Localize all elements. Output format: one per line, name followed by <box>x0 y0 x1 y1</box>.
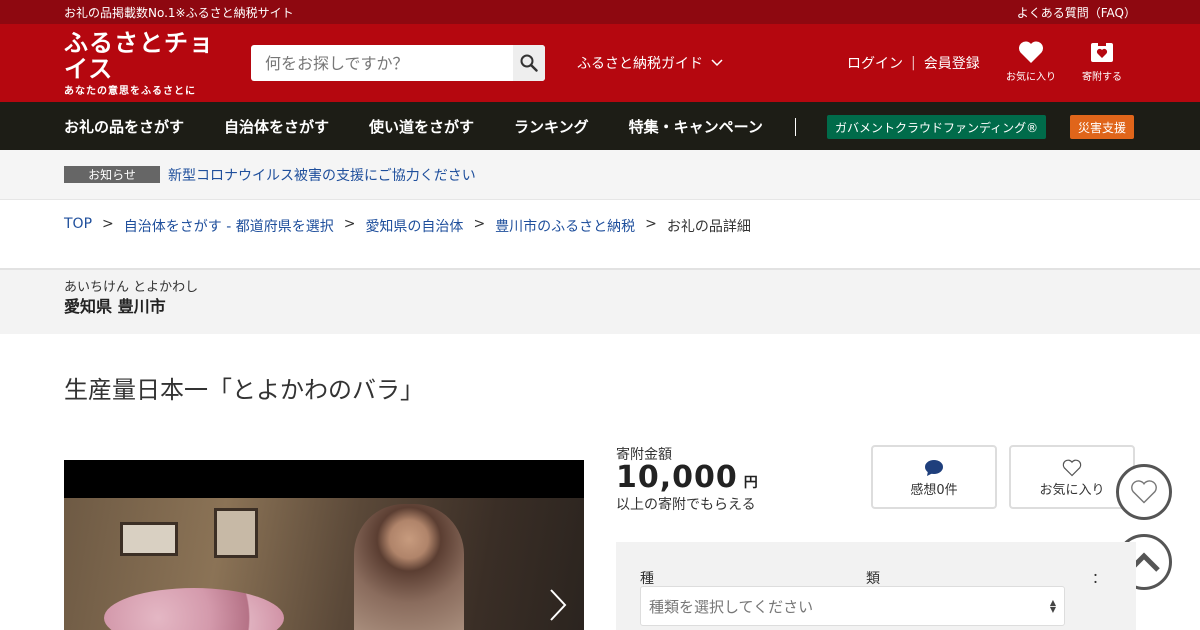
chevron-down-icon <box>711 59 723 67</box>
guide-label: ふるさと納税ガイド <box>577 56 703 72</box>
municipality-name[interactable]: 愛知県 豊川市 <box>64 296 1136 318</box>
gcf-button[interactable]: ガバメントクラウドファンディング® <box>827 115 1047 139</box>
site-tagline: お礼の品掲載数No.1※ふるさと納税サイト <box>64 5 294 20</box>
notice-bar: お知らせ 新型コロナウイルス被害の支援にご協力ください <box>0 150 1200 200</box>
logo-main: ふるさとチョイス <box>64 28 214 83</box>
type-select-placeholder: 種類を選択してください <box>649 597 814 616</box>
topbar: お礼の品掲載数No.1※ふるさと納税サイト よくある質問（FAQ） <box>0 0 1200 24</box>
wall-frame <box>120 522 178 556</box>
option-panel: 種 類 ： 種類を選択してください ▲ ▼ <box>616 542 1136 630</box>
disaster-support-button[interactable]: 災害支援 <box>1070 115 1135 139</box>
search-icon <box>520 54 538 72</box>
nav-item-municipalities[interactable]: 自治体をさがす <box>224 116 329 137</box>
floating-favorite-button[interactable] <box>1116 464 1172 520</box>
breadcrumb-aichi[interactable]: 愛知県の自治体 <box>365 216 463 236</box>
nav-item-ranking[interactable]: ランキング <box>514 116 589 137</box>
price-unit: 円 <box>743 475 759 491</box>
price-value: 10,000 円 <box>616 460 759 495</box>
breadcrumb-toyokawa[interactable]: 豊川市のふるさと納税 <box>495 216 635 236</box>
favorite-label: お気に入り <box>1039 483 1105 498</box>
register-link[interactable]: 会員登録 <box>924 53 980 73</box>
header-donate-label: 寄附する <box>1082 72 1122 83</box>
search-input[interactable] <box>251 46 513 80</box>
breadcrumb-current: お礼の品詳細 <box>666 219 751 235</box>
option-label-char: ： <box>1092 571 1106 587</box>
breadcrumb-separator: > <box>645 216 657 232</box>
search-box <box>251 45 545 81</box>
price-note: 以上の寄附でもらえる <box>616 497 756 513</box>
breadcrumb: TOP > 自治体をさがす - 都道府県を選択 > 愛知県の自治体 > 豊川市の… <box>0 200 1200 270</box>
header-favorites-label: お気に入り <box>1006 72 1056 83</box>
nav-item-features[interactable]: 特集・キャンペーン <box>629 116 763 137</box>
nav-item-gifts[interactable]: お礼の品をさがす <box>64 116 184 137</box>
breadcrumb-prefecture-select[interactable]: 自治体をさがす - 都道府県を選択 <box>124 216 334 236</box>
faq-link[interactable]: よくある質問（FAQ） <box>1017 4 1136 21</box>
breadcrumb-separator: > <box>473 216 486 232</box>
wall-frame <box>214 508 258 558</box>
guide-menu[interactable]: ふるさと納税ガイド <box>577 24 723 102</box>
auth-links: ログイン | 会員登録 <box>847 24 980 102</box>
reviews-label: 感想0件 <box>910 483 958 498</box>
breadcrumb-top[interactable]: TOP <box>64 216 92 232</box>
heart-outline-icon <box>1131 480 1157 504</box>
nav-item-uses[interactable]: 使い道をさがす <box>369 116 474 137</box>
breadcrumb-separator: > <box>102 216 114 232</box>
search-button[interactable] <box>513 45 545 81</box>
login-link[interactable]: ログイン <box>847 53 903 73</box>
option-label: 種 類 ： <box>640 568 1106 588</box>
product-photo <box>64 498 584 630</box>
heart-icon <box>1018 41 1044 63</box>
municipality-kana: あいちけん とよかわし <box>64 280 199 295</box>
breadcrumb-separator: > <box>343 216 356 232</box>
price-amount: 10,000 <box>616 460 738 495</box>
product-image-carousel[interactable] <box>64 460 584 630</box>
header: ふるさとチョイス あなたの意思をふるさとに ふるさと納税ガイド ログイン | 会… <box>0 24 1200 102</box>
photo-roses <box>104 588 284 630</box>
notice-tag: お知らせ <box>64 166 160 183</box>
photo-person <box>354 504 464 630</box>
nav-divider <box>795 118 796 136</box>
carousel-next-icon[interactable] <box>548 588 568 622</box>
site-logo[interactable]: ふるさとチョイス あなたの意思をふるさとに <box>64 30 224 97</box>
header-favorites-button[interactable]: お気に入り <box>1001 40 1061 83</box>
notice-link[interactable]: 新型コロナウイルス被害の支援にご協力ください <box>168 165 476 185</box>
municipality-header: あいちけん とよかわし 愛知県 豊川市 <box>0 270 1200 334</box>
reviews-button[interactable]: 感想0件 <box>871 445 997 509</box>
logo-sub: あなたの意思をふるさとに <box>64 85 196 97</box>
type-select[interactable]: 種類を選択してください ▲ ▼ <box>640 586 1065 626</box>
auth-separator: | <box>911 55 916 71</box>
heart-outline-icon <box>1062 459 1082 477</box>
donate-box-icon <box>1091 41 1113 62</box>
option-label-char: 種 <box>640 571 654 587</box>
main-nav: お礼の品をさがす 自治体をさがす 使い道をさがす ランキング 特集・キャンペーン… <box>0 102 1200 150</box>
speech-bubble-icon <box>925 460 943 476</box>
select-caret-icon: ▲ ▼ <box>1049 598 1056 614</box>
option-label-char: 類 <box>866 571 880 587</box>
product-title: 生産量日本一「とよかわのバラ」 <box>64 376 424 404</box>
header-donate-button[interactable]: 寄附する <box>1072 40 1132 83</box>
